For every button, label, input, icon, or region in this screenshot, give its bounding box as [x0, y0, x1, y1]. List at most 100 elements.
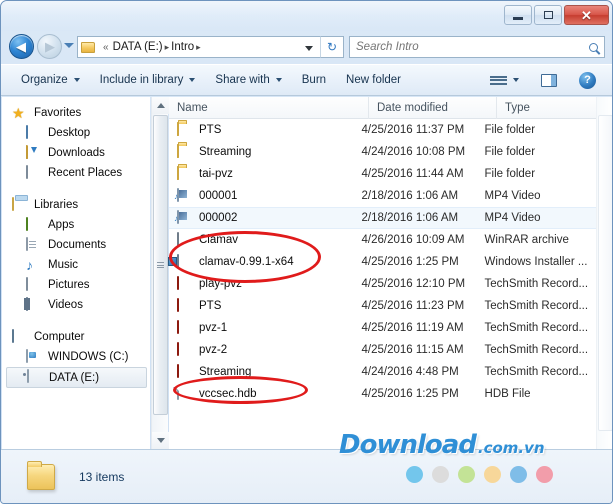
file-name-cell[interactable]: Streaming	[169, 143, 362, 160]
scrollbar-thumb[interactable]	[153, 115, 168, 415]
back-arrow-icon: ◀	[16, 39, 26, 54]
nav-label: Apps	[48, 219, 75, 231]
file-type: TechSmith Record...	[484, 278, 589, 290]
table-row[interactable]: Clamav 4/26/2016 10:09 AM WinRAR archive	[169, 229, 596, 251]
sidebar-item-documents[interactable]: Documents	[2, 235, 150, 255]
maximize-button[interactable]	[534, 5, 562, 25]
file-date: 4/25/2016 1:25 PM	[361, 256, 459, 268]
table-row[interactable]: Streaming 4/24/2016 10:08 PM File folder	[169, 141, 596, 163]
table-row[interactable]: 000001 2/18/2016 1:06 AM MP4 Video	[169, 185, 596, 207]
file-name-cell[interactable]: vccsec.hdb	[169, 385, 362, 402]
file-list-scrollbar[interactable]	[596, 97, 612, 449]
file-name-cell[interactable]: Clamav	[169, 231, 362, 248]
file-name-cell[interactable]: 000001	[169, 187, 362, 204]
sidebar-item-music[interactable]: ♪ Music	[2, 255, 150, 275]
techsmith-recording-icon	[177, 275, 179, 290]
sidebar-item-desktop[interactable]: Desktop	[2, 123, 150, 143]
nav-group-favorites[interactable]: ★ Favorites	[2, 103, 150, 123]
techsmith-recording-icon	[177, 297, 179, 312]
window-controls: ✕	[504, 5, 609, 25]
file-type: WinRAR archive	[484, 234, 569, 246]
sidebar-item-data-e[interactable]: DATA (E:)	[6, 367, 147, 388]
change-view-button[interactable]	[484, 68, 529, 92]
explorer-window: ✕ ◀ ▶ « DATA (E:) ▸ Intro ▸ ↻ Search Int…	[0, 0, 613, 504]
table-row[interactable]: 000002 2/18/2016 1:06 AM MP4 Video	[169, 207, 596, 229]
column-header-name[interactable]: Name	[169, 96, 369, 119]
sidebar-item-apps[interactable]: Apps	[2, 215, 150, 235]
table-row[interactable]: pvz-2 4/25/2016 11:15 AM TechSmith Recor…	[169, 339, 596, 361]
file-type: HDB File	[484, 388, 531, 400]
nav-label: Downloads	[48, 147, 105, 159]
recent-pages-dropdown[interactable]	[64, 43, 74, 48]
refresh-button[interactable]: ↻	[320, 36, 344, 58]
file-name-cell[interactable]: tai-pvz	[169, 165, 362, 182]
breadcrumb-dropdown-icon[interactable]	[305, 46, 313, 51]
file-type: File folder	[484, 124, 536, 136]
breadcrumb-overflow[interactable]: «	[103, 42, 109, 53]
search-box[interactable]	[349, 36, 605, 58]
scroll-down-button[interactable]	[152, 432, 169, 449]
help-button[interactable]: ?	[569, 68, 606, 92]
table-row[interactable]: vccsec.hdb 4/25/2016 1:25 PM HDB File	[169, 383, 596, 405]
refresh-icon: ↻	[326, 40, 338, 54]
drive-icon	[27, 369, 29, 383]
include-in-library-button[interactable]: Include in library	[90, 68, 206, 92]
column-header-date-modified[interactable]: Date modified	[369, 96, 497, 119]
table-row[interactable]: clamav-0.99.1-x64 4/25/2016 1:25 PM Wind…	[169, 251, 596, 273]
breadcrumb-bar[interactable]: « DATA (E:) ▸ Intro ▸	[77, 36, 320, 58]
file-type: MP4 Video	[484, 212, 541, 224]
windows-installer-icon	[177, 253, 179, 268]
breadcrumb-intro[interactable]: Intro	[171, 41, 194, 53]
nav-group-libraries[interactable]: Libraries	[2, 195, 150, 215]
forward-button[interactable]: ▶	[37, 34, 62, 59]
new-folder-button[interactable]: New folder	[336, 68, 411, 92]
file-name-cell[interactable]: Streaming	[169, 363, 362, 380]
file-name: Streaming	[199, 366, 252, 378]
table-row[interactable]: tai-pvz 4/25/2016 11:44 AM File folder	[169, 163, 596, 185]
table-row[interactable]: Streaming 4/24/2016 4:48 PM TechSmith Re…	[169, 361, 596, 383]
file-type: MP4 Video	[484, 190, 541, 202]
file-name-cell[interactable]: pvz-2	[169, 341, 362, 358]
apps-icon	[26, 216, 28, 231]
chevron-down-icon	[73, 78, 80, 82]
breadcrumb-data-e[interactable]: DATA (E:)	[113, 41, 163, 53]
table-row[interactable]: PTS 4/25/2016 11:23 PM TechSmith Record.…	[169, 295, 596, 317]
sidebar-item-videos[interactable]: Videos	[2, 295, 150, 315]
sidebar-item-recent-places[interactable]: Recent Places	[2, 163, 150, 183]
close-button[interactable]: ✕	[564, 5, 609, 25]
file-name-cell[interactable]: pvz-1	[169, 319, 362, 336]
navigation-pane-scrollbar[interactable]	[151, 97, 169, 449]
nav-group-computer[interactable]: Computer	[2, 327, 150, 347]
table-row[interactable]: play-pvz 4/25/2016 12:10 PM TechSmith Re…	[169, 273, 596, 295]
nav-label: Pictures	[48, 279, 90, 291]
back-button[interactable]: ◀	[9, 34, 34, 59]
share-with-button[interactable]: Share with	[205, 68, 291, 92]
nav-label: Desktop	[48, 127, 91, 139]
table-row[interactable]: pvz-1 4/25/2016 11:19 AM TechSmith Recor…	[169, 317, 596, 339]
breadcrumb-separator-2[interactable]: ▸	[196, 42, 201, 53]
file-name: vccsec.hdb	[199, 388, 257, 400]
scrollbar-thumb[interactable]	[598, 115, 612, 431]
file-name-cell[interactable]: 000002	[169, 209, 362, 226]
file-name-cell[interactable]: play-pvz	[169, 275, 362, 292]
sidebar-item-windows-c[interactable]: WINDOWS (C:)	[2, 347, 150, 367]
sidebar-item-downloads[interactable]: Downloads	[2, 143, 150, 163]
table-row[interactable]: PTS 4/25/2016 11:37 PM File folder	[169, 119, 596, 141]
breadcrumb-separator-1[interactable]: ▸	[165, 42, 170, 53]
file-type: TechSmith Record...	[484, 344, 589, 356]
file-date: 4/25/2016 12:10 PM	[361, 278, 466, 290]
burn-button[interactable]: Burn	[292, 68, 336, 92]
file-name-cell[interactable]: clamav-0.99.1-x64	[169, 253, 362, 270]
sidebar-item-pictures[interactable]: Pictures	[2, 275, 150, 295]
file-name: Streaming	[199, 146, 252, 158]
file-date: 2/18/2016 1:06 AM	[361, 190, 459, 202]
search-input[interactable]	[356, 41, 589, 53]
minimize-button[interactable]	[504, 5, 532, 25]
scroll-up-button[interactable]	[152, 97, 169, 114]
organize-button[interactable]: Organize	[11, 68, 90, 92]
search-icon	[589, 42, 598, 52]
file-name-cell[interactable]: PTS	[169, 297, 362, 314]
preview-pane-button[interactable]	[531, 68, 567, 92]
file-name-cell[interactable]: PTS	[169, 121, 362, 138]
column-headers: Name Date modified Type	[169, 96, 612, 119]
